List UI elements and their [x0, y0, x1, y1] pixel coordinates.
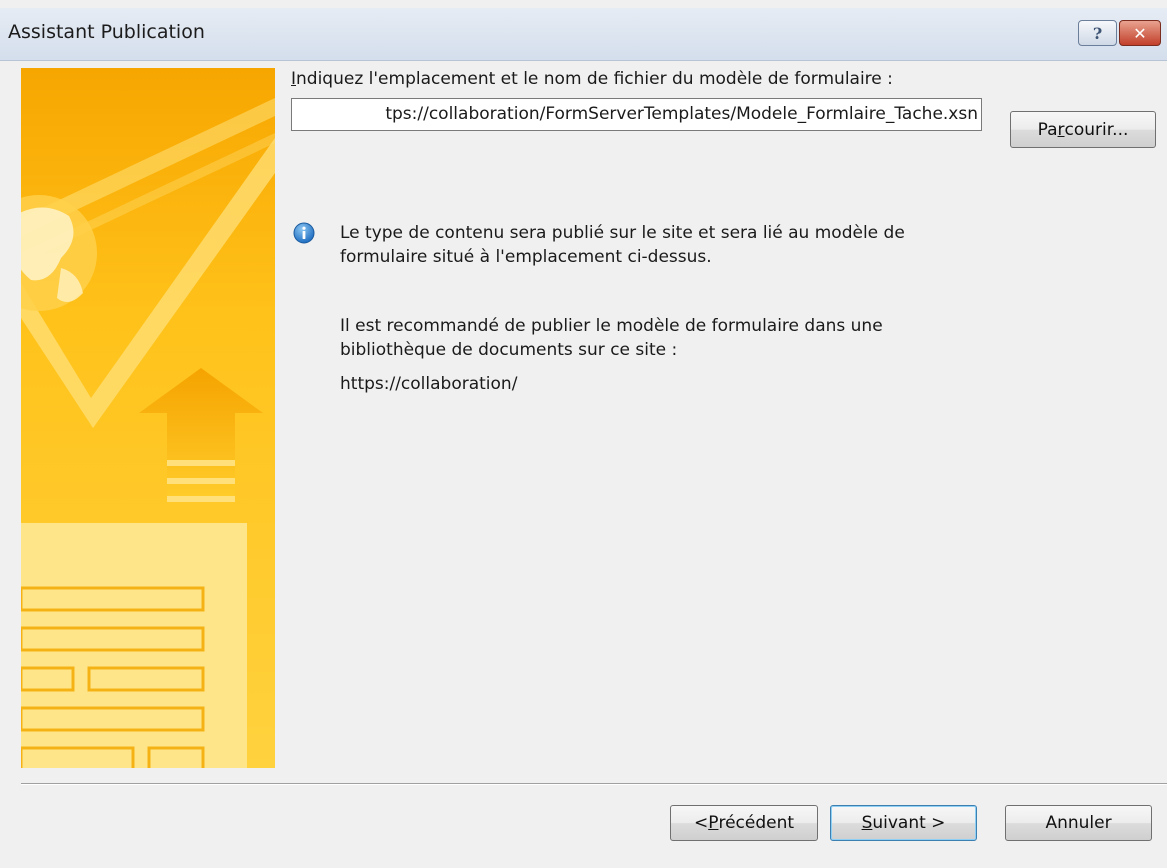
cancel-label: Annuler: [1045, 813, 1112, 833]
next-label-key: S: [861, 813, 873, 833]
previous-label-pre: <: [693, 813, 709, 833]
previous-button[interactable]: < Précédent: [670, 805, 818, 841]
site-url: https://collaboration/: [340, 374, 518, 394]
title-bar: Assistant Publication ? ✕: [0, 8, 1167, 61]
previous-label-key: P: [708, 813, 719, 833]
info-icon: [293, 222, 315, 244]
info-line-1: Le type de contenu sera publié sur le si…: [340, 223, 905, 243]
template-path-input[interactable]: tps://collaboration/FormServerTemplates/…: [291, 98, 982, 131]
info-line-3: Il est recommandé de publier le modèle d…: [340, 316, 883, 336]
browse-label-pre: Pa: [1037, 119, 1058, 140]
previous-label-post: récédent: [718, 813, 795, 833]
window-title: Assistant Publication: [8, 21, 205, 43]
close-button[interactable]: ✕: [1119, 20, 1161, 46]
wizard-banner-image: [21, 68, 275, 768]
footer-separator: [21, 783, 1167, 785]
cancel-button[interactable]: Annuler: [1005, 805, 1152, 841]
help-button[interactable]: ?: [1078, 20, 1117, 46]
info-line-2: formulaire situé à l'emplacement ci-dess…: [340, 247, 712, 267]
next-button[interactable]: Suivant >: [830, 805, 977, 841]
template-location-label: Indiquez l'emplacement et le nom de fich…: [291, 69, 893, 89]
browse-label-key: r: [1057, 119, 1065, 140]
info-line-4: bibliothèque de documents sur ce site :: [340, 340, 678, 360]
next-label-post: uivant >: [872, 813, 946, 833]
browse-button[interactable]: Pa r courir...: [1010, 111, 1156, 148]
close-icon: ✕: [1133, 23, 1147, 43]
template-path-value: tps://collaboration/FormServerTemplates/…: [385, 104, 978, 124]
browse-label-post: courir...: [1064, 119, 1129, 140]
template-location-label-text: ndiquez l'emplacement et le nom de fichi…: [296, 69, 893, 89]
help-icon: ?: [1092, 23, 1103, 43]
